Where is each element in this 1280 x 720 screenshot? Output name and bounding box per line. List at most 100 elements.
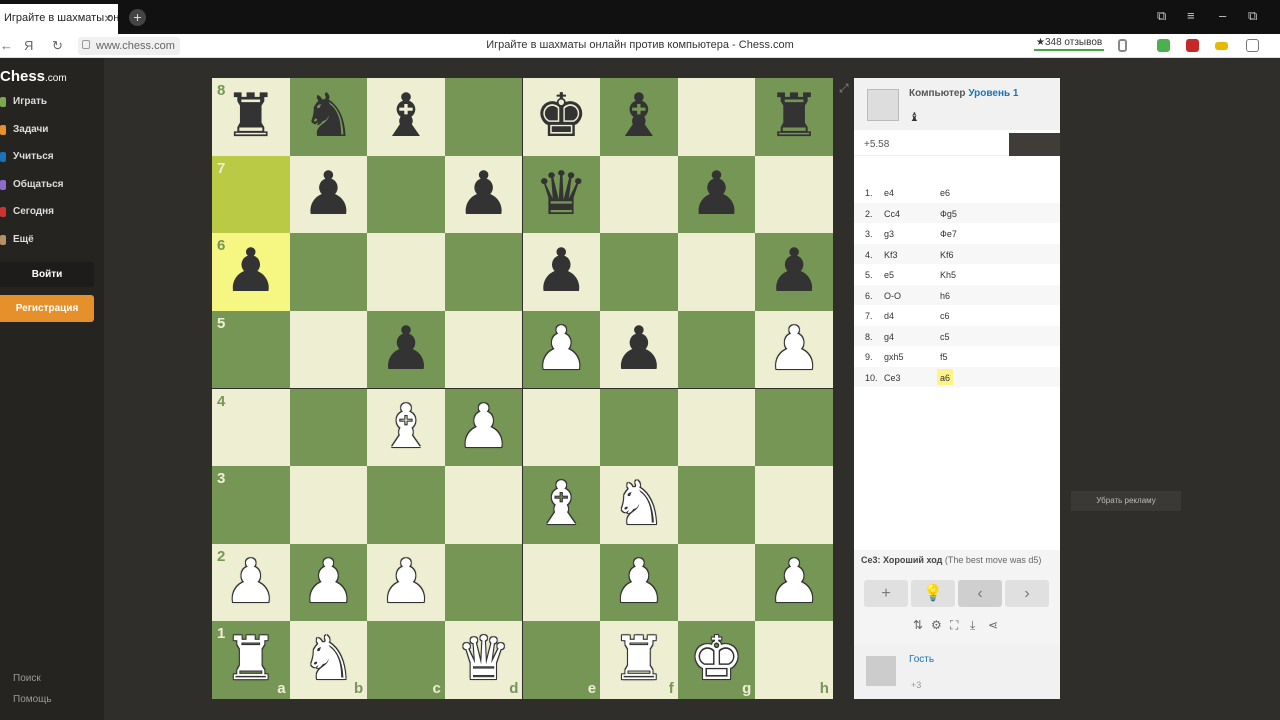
square-d1[interactable]: d ♛ — [444, 621, 523, 699]
square-e8[interactable]: ♚ — [522, 78, 601, 156]
black-pawn-piece[interactable]: ♟ — [367, 311, 445, 389]
square-b7[interactable]: ♟ — [289, 155, 368, 234]
black-queen-piece[interactable]: ♛ — [523, 156, 601, 234]
white-rook-piece[interactable]: ♜ — [600, 621, 678, 699]
new-tab-button[interactable]: + — [129, 9, 146, 26]
square-c5[interactable]: ♟ — [367, 310, 445, 389]
square-a2[interactable]: 2 ♟ — [212, 543, 290, 622]
white-knight-piece[interactable]: ♞ — [290, 621, 368, 699]
square-e3[interactable]: ♝ — [522, 466, 601, 544]
square-a3[interactable]: 3 — [212, 466, 290, 544]
chess-logo[interactable]: Chess.com — [0, 68, 67, 85]
settings-icon[interactable]: ⚙ — [931, 618, 942, 632]
square-e2[interactable] — [522, 543, 601, 622]
square-b2[interactable]: ♟ — [289, 543, 368, 622]
square-f7[interactable] — [600, 155, 678, 234]
square-h7[interactable] — [755, 155, 833, 234]
sidebar-item-puzzles[interactable]: Задачи — [0, 120, 104, 140]
square-h3[interactable] — [755, 466, 833, 544]
remove-ads-button[interactable]: Убрать рекламу — [1071, 491, 1181, 511]
white-pawn-piece[interactable]: ♟ — [755, 544, 833, 622]
black-pawn-piece[interactable]: ♟ — [678, 156, 756, 234]
square-f1[interactable]: f ♜ — [600, 621, 678, 699]
white-bishop-piece[interactable]: ♝ — [523, 466, 601, 544]
close-tab-icon[interactable]: × — [104, 10, 112, 26]
url-field[interactable]: www.chess.com — [78, 37, 180, 55]
bookmark-icon[interactable] — [1118, 39, 1127, 52]
yandex-icon[interactable]: Я — [24, 38, 33, 53]
opponent-level[interactable]: Уровень 1 — [968, 88, 1018, 99]
white-pawn-piece[interactable]: ♟ — [290, 544, 368, 622]
white-move[interactable]: Ce3 — [884, 373, 901, 383]
square-g7[interactable]: ♟ — [677, 155, 756, 234]
square-f2[interactable]: ♟ — [600, 543, 678, 622]
calendar-extension-icon[interactable] — [1186, 39, 1199, 52]
black-move[interactable]: c6 — [937, 307, 953, 323]
square-d5[interactable] — [444, 310, 523, 389]
square-a5[interactable]: 5 — [212, 310, 290, 389]
black-pawn-piece[interactable]: ♟ — [290, 156, 368, 234]
square-f5[interactable]: ♟ — [600, 310, 678, 389]
white-move[interactable]: e5 — [884, 270, 894, 280]
square-d3[interactable] — [444, 466, 523, 544]
white-bishop-piece[interactable]: ♝ — [367, 389, 445, 467]
square-c8[interactable]: ♝ — [367, 78, 445, 156]
white-pawn-piece[interactable]: ♟ — [367, 544, 445, 622]
square-e1[interactable]: e — [522, 621, 601, 699]
sidebar-item-learn[interactable]: Учиться — [0, 147, 104, 167]
square-f3[interactable]: ♞ — [600, 466, 678, 544]
black-move[interactable]: Kf6 — [937, 246, 957, 262]
black-move[interactable]: e6 — [937, 184, 953, 200]
square-d4[interactable]: ♟ — [444, 388, 523, 467]
square-b1[interactable]: b ♞ — [289, 621, 368, 699]
sidebar-search[interactable]: Поиск — [13, 673, 41, 684]
register-button[interactable]: Регистрация — [0, 295, 94, 322]
square-c6[interactable] — [367, 233, 445, 311]
white-pawn-piece[interactable]: ♟ — [600, 544, 678, 622]
square-b5[interactable] — [289, 310, 368, 389]
black-move[interactable]: Kh5 — [937, 266, 959, 282]
square-d7[interactable]: ♟ — [444, 155, 523, 234]
square-c1[interactable]: c — [367, 621, 445, 699]
square-b3[interactable] — [289, 466, 368, 544]
white-move[interactable]: e4 — [884, 188, 894, 198]
square-g3[interactable] — [677, 466, 756, 544]
sidebar-item-more[interactable]: Ещё — [0, 230, 104, 250]
hint-button[interactable]: 💡 — [911, 580, 955, 607]
chess-board[interactable]: 8 ♜ ♞ ♝ ♚ ♝ ♜ 7 ♟ ♟ ♛ ♟ 6 ♟ ♟ ♟ 5 ♟ ♟ ♟ ♟ 4 ♝ ♟ 3 ♝ ♞ 2 ♟ ♟ ♟ ♟ ♟ 1 a ♜ b ♞ c d… — [212, 78, 833, 699]
square-d8[interactable] — [444, 78, 523, 156]
white-move[interactable]: O-O — [884, 291, 901, 301]
black-pawn-piece[interactable]: ♟ — [755, 233, 833, 311]
black-move[interactable]: a6 — [937, 368, 954, 385]
black-pawn-piece[interactable]: ♟ — [600, 311, 678, 389]
menu-icon[interactable]: ≡ — [1187, 8, 1195, 23]
square-g1[interactable]: g ♚ — [677, 621, 756, 699]
square-a8[interactable]: 8 ♜ — [212, 78, 290, 156]
share-icon[interactable]: ⋖ — [988, 618, 998, 632]
square-h4[interactable] — [755, 388, 833, 467]
guest-name[interactable]: Гость — [909, 654, 934, 665]
square-h6[interactable]: ♟ — [755, 233, 833, 311]
white-move[interactable]: d4 — [884, 311, 894, 321]
square-d6[interactable] — [444, 233, 523, 311]
black-bishop-piece[interactable]: ♝ — [367, 78, 445, 156]
flip-board-icon[interactable]: ⇅ — [913, 618, 923, 632]
new-game-button[interactable]: + — [864, 580, 908, 607]
square-a6[interactable]: 6 ♟ — [212, 233, 290, 311]
black-rook-piece[interactable]: ♜ — [755, 78, 833, 156]
black-move[interactable]: h6 — [937, 287, 953, 303]
restore-icon[interactable]: ⧉ — [1248, 8, 1257, 24]
square-h1[interactable]: h — [755, 621, 833, 699]
square-b4[interactable] — [289, 388, 368, 467]
extensions-icon[interactable] — [1246, 39, 1259, 52]
square-e5[interactable]: ♟ — [522, 310, 601, 389]
white-pawn-piece[interactable]: ♟ — [445, 389, 523, 467]
square-b8[interactable]: ♞ — [289, 78, 368, 156]
white-pawn-piece[interactable]: ♟ — [755, 311, 833, 389]
square-f4[interactable] — [600, 388, 678, 467]
sidebar-help[interactable]: Помощь — [13, 694, 52, 705]
sidebar-item-social[interactable]: Общаться — [0, 175, 104, 195]
square-a1[interactable]: 1 a ♜ — [212, 621, 290, 699]
square-c2[interactable]: ♟ — [367, 543, 445, 622]
square-f6[interactable] — [600, 233, 678, 311]
